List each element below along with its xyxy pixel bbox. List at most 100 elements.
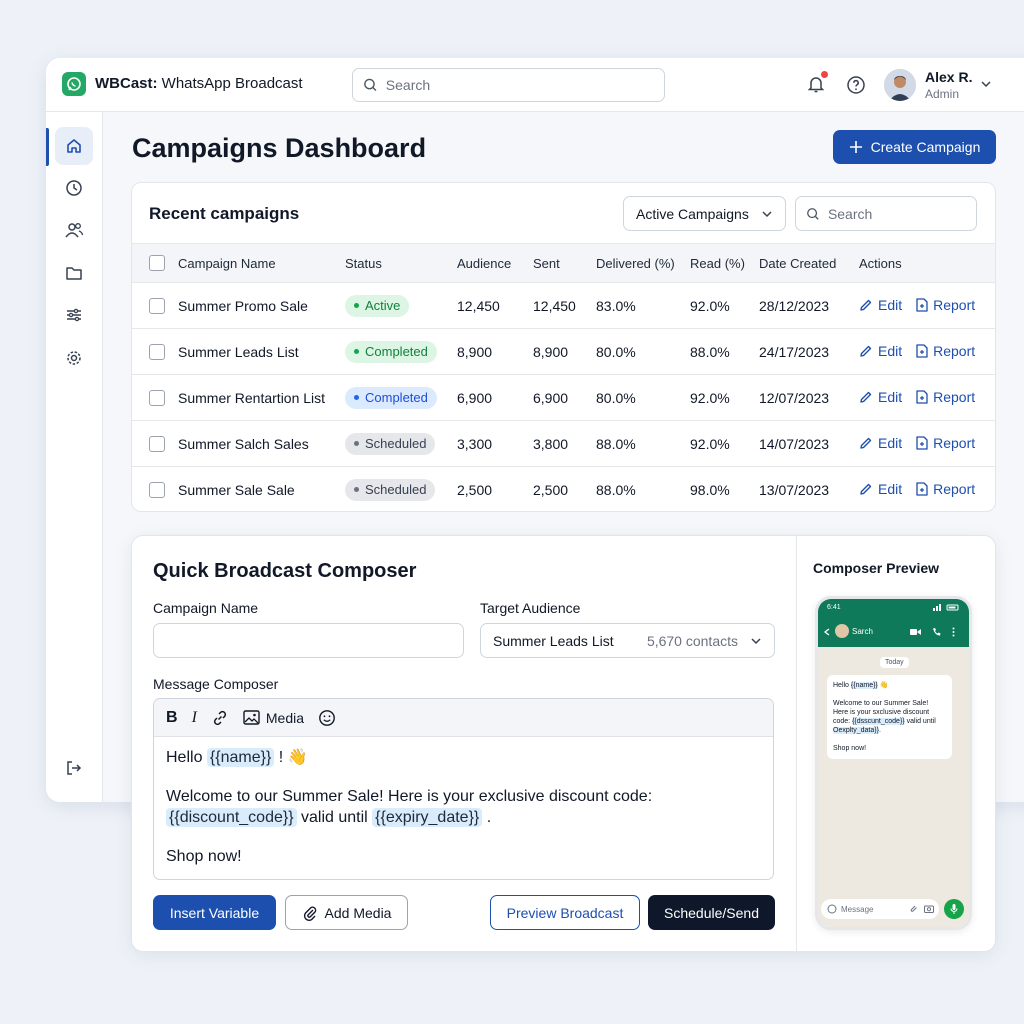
pencil-icon (860, 345, 872, 357)
pencil-icon (860, 483, 872, 495)
insert-variable-button[interactable]: Insert Variable (153, 895, 276, 930)
col-header[interactable]: Delivered (%) (596, 243, 690, 283)
bold-button[interactable]: B (166, 709, 178, 727)
campaign-name-cell[interactable]: Summer Salch Sales (178, 421, 345, 467)
report-button[interactable]: Report (916, 435, 975, 451)
edit-button[interactable]: Edit (859, 297, 902, 313)
report-button[interactable]: Report (916, 481, 975, 497)
table-row[interactable]: Summer Leads List Completed 8,900 8,900 80.0… (132, 329, 995, 375)
campaign-name-cell[interactable]: Summer Rentartion List (178, 375, 345, 421)
insert-variable-label: Insert Variable (169, 904, 260, 921)
composer-title: Quick Broadcast Composer (153, 560, 417, 582)
date-cell: 12/07/2023 (759, 389, 830, 406)
sidebar (46, 112, 103, 802)
delivered-cell: 80.0% (596, 343, 636, 360)
table-row[interactable]: Summer Sale Sale Scheduled 2,500 2,500 88.0%… (132, 467, 995, 512)
logout-icon (67, 761, 82, 775)
pencil-icon (860, 391, 872, 403)
date-cell: 28/12/2023 (759, 297, 830, 314)
edit-button[interactable]: Edit (859, 435, 902, 451)
avatar[interactable] (884, 69, 916, 101)
add-media-button[interactable]: Add Media (285, 895, 408, 930)
row-checkbox[interactable] (149, 390, 165, 407)
row-checkbox[interactable] (149, 344, 165, 361)
bubble-text: Shop now! (833, 745, 867, 752)
sidebar-item-history[interactable] (55, 169, 93, 207)
status-badge: Scheduled (345, 432, 436, 455)
help-icon[interactable] (846, 75, 866, 95)
table-row[interactable]: Summer Salch Sales Scheduled 3,300 3,800 88.… (132, 421, 995, 467)
variable-chip[interactable]: {{expiry_date}} (372, 808, 483, 827)
col-header[interactable]: Status (345, 243, 457, 283)
emoji-button[interactable] (318, 709, 336, 727)
row-checkbox[interactable] (149, 482, 165, 499)
message-body[interactable]: Hello {{name}} ! 👋 Welcome to our Summer… (154, 737, 773, 877)
edit-button[interactable]: Edit (859, 343, 902, 359)
top-bar: WBCast: WhatsApp Broadcast Alex R. Admin (46, 58, 1024, 112)
mic-icon (950, 904, 958, 914)
campaign-name-cell[interactable]: Summer Sale Sale (178, 467, 345, 512)
read-cell: 92.0% (690, 435, 730, 452)
editor-toolbar: B I Media (154, 699, 773, 737)
report-icon (916, 482, 928, 496)
attach-icon (910, 905, 917, 912)
variable-chip[interactable]: {{name}} (206, 748, 275, 767)
campaign-filter-select[interactable]: Active Campaigns (623, 196, 786, 231)
sent-cell: 6,900 (533, 389, 569, 406)
sidebar-item-home[interactable] (55, 127, 93, 165)
edit-button[interactable]: Edit (859, 481, 902, 497)
notification-dot (821, 71, 828, 78)
media-button[interactable]: Media (243, 710, 304, 726)
italic-button[interactable]: I (192, 709, 197, 727)
report-button[interactable]: Report (916, 389, 975, 405)
chevron-down-icon[interactable] (980, 78, 992, 90)
global-search[interactable] (352, 68, 665, 102)
read-cell: 88.0% (690, 343, 730, 360)
col-header[interactable]: Audience (457, 243, 533, 283)
paperclip-icon (303, 906, 316, 921)
bubble-variable: {{name}} (850, 682, 878, 689)
schedule-send-button[interactable]: Schedule/Send (648, 895, 775, 930)
link-button[interactable] (211, 709, 229, 727)
home-icon (67, 139, 81, 153)
campaign-search-input[interactable] (827, 205, 976, 222)
report-icon (916, 343, 928, 358)
global-search-input[interactable] (385, 77, 664, 93)
sidebar-item-logout[interactable] (55, 749, 93, 787)
preview-broadcast-button[interactable]: Preview Broadcast (490, 895, 640, 930)
audience-cell: 12,450 (457, 297, 500, 314)
edit-button[interactable]: Edit (859, 389, 902, 405)
sidebar-item-contacts[interactable] (55, 211, 93, 249)
bubble-text: valid until (904, 718, 936, 725)
campaign-search[interactable] (795, 196, 977, 231)
sidebar-item-files[interactable] (55, 254, 93, 292)
contact-name: Sarch (852, 627, 873, 636)
bubble-text: Here is your sxclusive discount (833, 709, 930, 716)
sidebar-item-settings[interactable] (55, 339, 93, 377)
message-editor[interactable]: B I Media Hello {{name}} ! 👋 Welcome to … (153, 698, 774, 880)
campaign-name-cell[interactable]: Summer Promo Sale (178, 283, 345, 329)
message-composer-label: Message Composer (153, 676, 279, 692)
preview-broadcast-label: Preview Broadcast (506, 904, 624, 921)
row-checkbox[interactable] (149, 436, 165, 453)
table-row[interactable]: Summer Promo Sale Active 12,450 12,450 83.0%… (132, 283, 995, 329)
select-all-checkbox[interactable] (149, 255, 165, 272)
report-button[interactable]: Report (916, 343, 975, 359)
col-header[interactable]: Read (%) (690, 243, 759, 283)
table-row[interactable]: Summer Rentartion List Completed 6,900 6,90… (132, 375, 995, 421)
col-header[interactable]: Campaign Name (178, 243, 345, 283)
app-title: WBCast: WhatsApp Broadcast (95, 75, 303, 92)
add-media-label: Add Media (324, 904, 392, 921)
sidebar-item-filters[interactable] (55, 296, 93, 334)
campaign-name-cell[interactable]: Summer Leads List (178, 329, 345, 375)
phone-preview: 6:41 Sarch Today Hello {{name}} 👋 Welcom… (815, 596, 972, 930)
row-checkbox[interactable] (149, 298, 165, 315)
col-header[interactable]: Sent (533, 243, 596, 283)
campaign-name-input[interactable] (153, 623, 464, 658)
target-audience-select[interactable]: Summer Leads List 5,670 contacts (480, 623, 775, 658)
audience-cell: 3,300 (457, 435, 493, 452)
create-campaign-button[interactable]: Create Campaign (833, 130, 996, 164)
report-button[interactable]: Report (916, 297, 975, 313)
col-header[interactable]: Date Created (759, 243, 859, 283)
variable-chip[interactable]: {{discount_code}} (166, 808, 297, 827)
